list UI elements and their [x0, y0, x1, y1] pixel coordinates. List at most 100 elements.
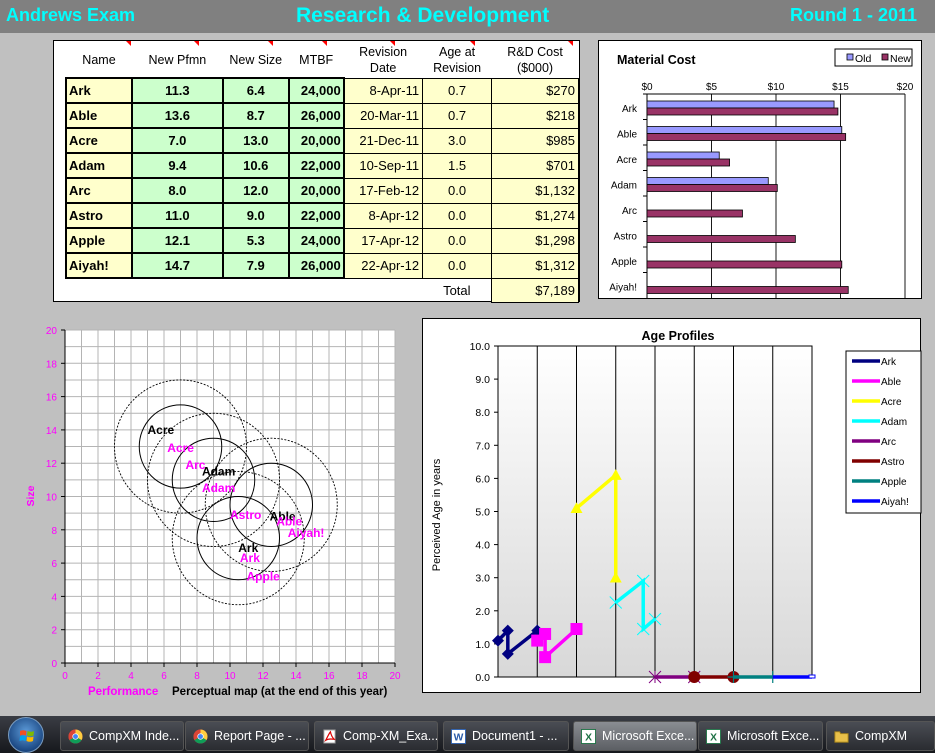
marker-circle	[688, 671, 701, 683]
cell-size[interactable]: 8.7	[221, 102, 290, 129]
cell-size[interactable]: 10.6	[221, 152, 290, 179]
start-button[interactable]	[8, 717, 44, 753]
cell-date[interactable]: 21-Dec-11	[343, 127, 424, 154]
folder-icon	[834, 731, 849, 743]
cell-date[interactable]: 8-Apr-11	[343, 77, 424, 104]
product-label-next: Arc	[185, 458, 205, 472]
bar-old-ark	[646, 100, 835, 109]
cell-age: 0.0	[422, 177, 493, 204]
cell-date[interactable]: 22-Apr-12	[343, 252, 424, 279]
y-tick-label: 18	[46, 359, 58, 370]
cell-pfmn[interactable]: 13.6	[130, 102, 224, 129]
empty-cell	[66, 278, 132, 302]
cell-cost: $1,298	[491, 227, 579, 254]
bar-old-able	[646, 126, 843, 134]
comment-indicator[interactable]	[390, 41, 395, 46]
taskbar-item[interactable]: W Document1 - ...	[443, 721, 569, 751]
comment-indicator[interactable]	[194, 41, 199, 46]
y-tick-label: Arc	[622, 206, 637, 217]
cell-pfmn[interactable]: 12.1	[130, 227, 224, 254]
cell-pfmn[interactable]: 14.7	[130, 252, 224, 279]
cell-mtbf[interactable]: 26,000	[287, 102, 345, 129]
y-tick-label: Able	[617, 130, 637, 141]
product-label-next: Aiyah!	[288, 526, 325, 540]
taskbar-item[interactable]: Comp-XM_Exa...	[314, 721, 438, 751]
cell-size[interactable]: 9.0	[221, 202, 290, 229]
cell-pfmn[interactable]: 11.3	[130, 77, 224, 104]
x-tick-label: $5	[706, 82, 718, 93]
cell-date[interactable]: 17-Apr-12	[343, 227, 424, 254]
cell-mtbf[interactable]: 22,000	[287, 152, 345, 179]
x-tick-label: 8	[194, 671, 200, 682]
cell-date[interactable]: 20-Mar-11	[343, 102, 424, 129]
cell-mtbf[interactable]: 20,000	[287, 127, 345, 154]
cell-size[interactable]: 13.0	[221, 127, 290, 154]
cell-cost: $1,274	[491, 202, 579, 229]
product-label-next: Ark	[240, 551, 260, 565]
taskbar-item[interactable]: CompXM Inde...	[60, 721, 184, 751]
cell-pfmn[interactable]: 11.0	[130, 202, 224, 229]
y-tick-label: 5.0	[475, 507, 490, 519]
cell-name: Arc	[65, 177, 133, 204]
cell-name: Astro	[65, 202, 133, 229]
legend-label: Apple	[881, 477, 907, 488]
taskbar-item[interactable]: X Microsoft Exce...	[698, 721, 823, 751]
cell-size[interactable]: 5.3	[221, 227, 290, 254]
windows-taskbar: CompXM Inde... Report Page - ... Comp-XM_E…	[0, 716, 935, 753]
cell-date[interactable]: 17-Feb-12	[343, 177, 424, 204]
legend-label: Old	[855, 53, 872, 65]
taskbar-item[interactable]: X Microsoft Exce...	[573, 721, 697, 751]
column-header-text: Name	[82, 53, 116, 67]
cell-date[interactable]: 8-Apr-12	[343, 202, 424, 229]
cell-name: Apple	[65, 227, 133, 254]
x-tick-label: $20	[897, 82, 914, 93]
excel-icon: X	[581, 729, 596, 744]
cell-cost: $1,312	[491, 252, 579, 279]
bar-new-astro	[646, 235, 796, 243]
comment-indicator[interactable]	[568, 41, 573, 46]
taskbar-item[interactable]: CompXM	[826, 721, 935, 751]
table-row: Ark 11.3 6.4 24,000 8-Apr-11 0.7 $270	[65, 77, 579, 104]
y-tick-label: 12	[46, 459, 58, 470]
marker-dash	[808, 674, 816, 679]
cell-pfmn[interactable]: 9.4	[130, 152, 224, 179]
cell-mtbf[interactable]: 26,000	[287, 252, 345, 279]
y-tick-label: 9.0	[475, 374, 490, 386]
material-cost-chart: Material Cost Old New $0 $5 $10 $15 $20 Ark Able A…	[609, 48, 914, 298]
x-tick-label: 2	[95, 671, 101, 682]
product-label-current: Acre	[148, 423, 175, 437]
taskbar-item[interactable]: Report Page - ...	[185, 721, 309, 751]
marker-square	[539, 651, 552, 664]
cell-size[interactable]: 6.4	[221, 77, 290, 104]
cell-mtbf[interactable]: 24,000	[287, 227, 345, 254]
cell-mtbf[interactable]: 24,000	[287, 77, 345, 104]
cell-size[interactable]: 12.0	[221, 177, 290, 204]
comment-indicator[interactable]	[470, 41, 475, 46]
column-header: New Size	[223, 43, 289, 78]
legend-label: Adam	[881, 417, 907, 428]
total-label: Total	[443, 282, 471, 298]
cell-date[interactable]: 10-Sep-11	[343, 152, 424, 179]
legend-swatch-old	[846, 53, 854, 61]
column-header: Name	[66, 43, 132, 78]
table-row: Able 13.6 8.7 26,000 20-Mar-11 0.7 $218	[65, 102, 579, 129]
cell-pfmn[interactable]: 7.0	[130, 127, 224, 154]
comment-indicator[interactable]	[322, 41, 327, 46]
table-row: Aiyah! 14.7 7.9 26,000 22-Apr-12 0.0 $1,312	[65, 252, 579, 279]
cell-mtbf[interactable]: 20,000	[287, 177, 345, 204]
comment-indicator[interactable]	[126, 41, 131, 46]
y-tick-label: Acre	[616, 155, 637, 166]
cell-pfmn[interactable]: 8.0	[130, 177, 224, 204]
cell-size[interactable]: 7.9	[221, 252, 290, 279]
y-tick-label: Apple	[611, 257, 637, 268]
cell-mtbf[interactable]: 22,000	[287, 202, 345, 229]
y-tick-label: Aiyah!	[609, 283, 637, 294]
comment-indicator[interactable]	[268, 41, 273, 46]
column-header: MTBF	[289, 43, 344, 78]
y-tick-label: 7.0	[475, 440, 490, 452]
cell-age: 1.5	[422, 152, 493, 179]
chrome-icon	[193, 729, 208, 744]
legend-swatch-new	[881, 53, 889, 61]
cell-name: Aiyah!	[65, 252, 133, 279]
y-tick-label: 4.0	[475, 540, 490, 552]
